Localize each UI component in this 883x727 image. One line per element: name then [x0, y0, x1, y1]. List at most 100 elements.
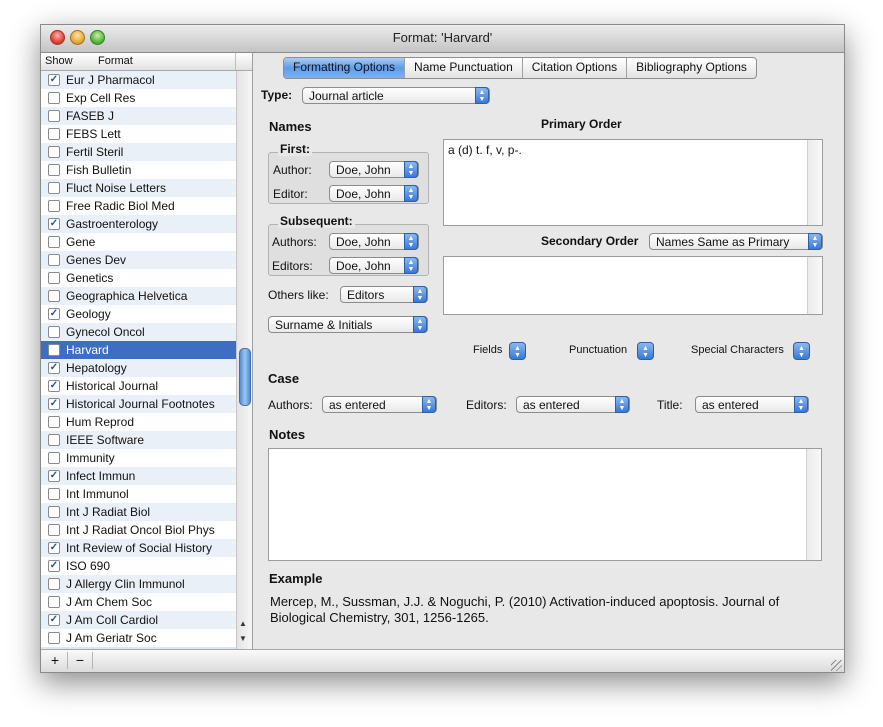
format-list-item[interactable]: Fertil Steril — [41, 143, 236, 161]
show-checkbox[interactable] — [48, 344, 60, 356]
format-editor: Formatting Options Name Punctuation Cita… — [253, 53, 844, 649]
fields-menu-icon[interactable]: ▲ ▼ — [509, 342, 526, 360]
show-checkbox[interactable] — [48, 110, 60, 122]
show-checkbox[interactable] — [48, 488, 60, 500]
show-checkbox[interactable] — [48, 272, 60, 284]
format-list-item[interactable]: Gynecol Oncol — [41, 323, 236, 341]
format-list-item[interactable]: Geographica Helvetica — [41, 287, 236, 305]
show-checkbox[interactable]: ✓ — [48, 614, 60, 626]
show-checkbox[interactable]: ✓ — [48, 542, 60, 554]
show-checkbox[interactable]: ✓ — [48, 74, 60, 86]
tab-formatting-options[interactable]: Formatting Options — [284, 58, 406, 78]
show-checkbox[interactable] — [48, 524, 60, 536]
format-list-item[interactable]: FASEB J — [41, 107, 236, 125]
show-checkbox[interactable]: ✓ — [48, 362, 60, 374]
show-checkbox[interactable]: ✓ — [48, 398, 60, 410]
add-format-button[interactable]: + — [43, 652, 68, 669]
format-list-item[interactable]: ✓ Historical Journal — [41, 377, 236, 395]
show-checkbox[interactable] — [48, 254, 60, 266]
show-checkbox[interactable] — [48, 164, 60, 176]
column-header-show[interactable]: Show — [45, 55, 73, 67]
title-bar[interactable]: Format: 'Harvard' — [41, 25, 844, 53]
show-checkbox[interactable] — [48, 236, 60, 248]
show-checkbox[interactable] — [48, 578, 60, 590]
format-list-item[interactable]: ✓ Hepatology — [41, 359, 236, 377]
scrollbar-thumb[interactable] — [239, 348, 251, 406]
notes-field[interactable] — [268, 448, 822, 561]
show-checkbox[interactable] — [48, 452, 60, 464]
format-list-item[interactable]: IEEE Software — [41, 431, 236, 449]
show-checkbox[interactable] — [48, 506, 60, 518]
show-checkbox[interactable]: ✓ — [48, 380, 60, 392]
show-checkbox[interactable] — [48, 290, 60, 302]
format-list-item[interactable]: Int J Radiat Biol — [41, 503, 236, 521]
column-header-format[interactable]: Format — [98, 55, 133, 67]
special-characters-menu-icon[interactable]: ▲ ▼ — [793, 342, 810, 360]
case-authors-select[interactable]: as entered ▲ ▼ — [322, 396, 437, 413]
case-heading: Case — [268, 371, 300, 386]
show-checkbox[interactable] — [48, 596, 60, 608]
notes-scrollbar[interactable] — [806, 449, 821, 560]
format-list-item[interactable]: ✓ ISO 690 — [41, 557, 236, 575]
tab-citation-options[interactable]: Citation Options — [523, 58, 628, 78]
format-list-item[interactable]: ✓ Gastroenterology — [41, 215, 236, 233]
list-scrollbar[interactable]: ▲ ▼ — [236, 71, 252, 649]
tab-bibliography-options[interactable]: Bibliography Options — [627, 58, 756, 78]
case-title-select[interactable]: as entered ▲ ▼ — [695, 396, 809, 413]
format-list-item[interactable]: Genes Dev — [41, 251, 236, 269]
secondary-order-scrollbar[interactable] — [807, 257, 822, 314]
format-list-item[interactable]: ✓ Infect Immun — [41, 467, 236, 485]
format-list-item[interactable]: J Allergy Clin Immunol — [41, 575, 236, 593]
format-list-item[interactable]: Exp Cell Res — [41, 89, 236, 107]
editor-name-select[interactable]: Doe, John ▲ ▼ — [329, 185, 419, 202]
format-list-item[interactable]: Harvard — [41, 341, 236, 359]
secondary-order-select[interactable]: Names Same as Primary ▲ ▼ — [649, 233, 823, 250]
show-checkbox[interactable]: ✓ — [48, 560, 60, 572]
show-checkbox[interactable] — [48, 92, 60, 104]
format-list-item[interactable]: Fish Bulletin — [41, 161, 236, 179]
format-list-item[interactable]: ✓ J Am Coll Cardiol — [41, 611, 236, 629]
format-list-item[interactable]: Genetics — [41, 269, 236, 287]
subsequent-editors-select[interactable]: Doe, John ▲ ▼ — [329, 257, 419, 274]
tab-name-punctuation[interactable]: Name Punctuation — [405, 58, 523, 78]
primary-order-scrollbar[interactable] — [807, 140, 822, 225]
format-list-item[interactable]: Fluct Noise Letters — [41, 179, 236, 197]
scroll-down-arrow-icon[interactable]: ▼ — [239, 634, 247, 643]
show-checkbox[interactable] — [48, 434, 60, 446]
scroll-up-arrow-icon[interactable]: ▲ — [239, 619, 247, 628]
primary-order-field[interactable]: a (d) t. f, v, p-. — [443, 139, 823, 226]
format-list-item[interactable]: J Am Chem Soc — [41, 593, 236, 611]
show-checkbox[interactable]: ✓ — [48, 470, 60, 482]
name-format-select[interactable]: Surname & Initials ▲ ▼ — [268, 316, 428, 333]
format-list-item[interactable]: Hum Reprod — [41, 413, 236, 431]
show-checkbox[interactable]: ✓ — [48, 218, 60, 230]
format-list-item[interactable]: Free Radic Biol Med — [41, 197, 236, 215]
format-list-item[interactable]: ✓ Int Review of Social History — [41, 539, 236, 557]
author-name-select[interactable]: Doe, John ▲ ▼ — [329, 161, 419, 178]
show-checkbox[interactable] — [48, 326, 60, 338]
format-list-item[interactable]: ✓ Eur J Pharmacol — [41, 71, 236, 89]
type-select[interactable]: Journal article ▲ ▼ — [302, 87, 490, 104]
show-checkbox[interactable] — [48, 128, 60, 140]
subsequent-authors-select[interactable]: Doe, John ▲ ▼ — [329, 233, 419, 250]
show-checkbox[interactable] — [48, 632, 60, 644]
show-checkbox[interactable] — [48, 146, 60, 158]
format-list-item[interactable]: Int Immunol — [41, 485, 236, 503]
format-list-item[interactable]: Int J Radiat Oncol Biol Phys — [41, 521, 236, 539]
show-checkbox[interactable]: ✓ — [48, 308, 60, 320]
secondary-order-field[interactable] — [443, 256, 823, 315]
show-checkbox[interactable] — [48, 200, 60, 212]
remove-format-button[interactable]: − — [68, 652, 93, 669]
format-list-item[interactable]: Gene — [41, 233, 236, 251]
punctuation-menu-icon[interactable]: ▲ ▼ — [637, 342, 654, 360]
format-list-item[interactable]: ✓ Historical Journal Footnotes — [41, 395, 236, 413]
format-list-item[interactable]: Immunity — [41, 449, 236, 467]
format-list-item[interactable]: J Am Geriatr Soc — [41, 629, 236, 647]
format-list-item[interactable]: FEBS Lett — [41, 125, 236, 143]
format-list-item[interactable]: ✓ Geology — [41, 305, 236, 323]
show-checkbox[interactable] — [48, 182, 60, 194]
show-checkbox[interactable] — [48, 416, 60, 428]
case-editors-select[interactable]: as entered ▲ ▼ — [516, 396, 630, 413]
others-like-select[interactable]: Editors ▲ ▼ — [340, 286, 428, 303]
resize-grip-icon[interactable] — [831, 660, 842, 671]
